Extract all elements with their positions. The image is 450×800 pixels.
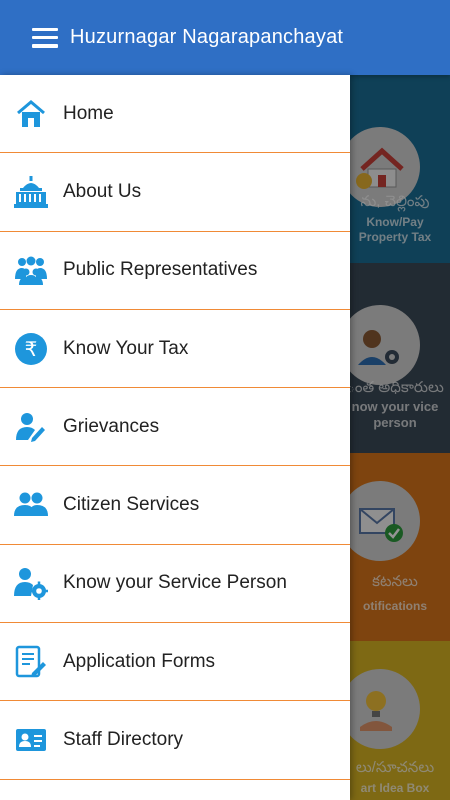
- drawer-item-staff-directory[interactable]: Staff Directory: [0, 701, 350, 780]
- user-edit-icon: [14, 410, 48, 444]
- users-icon: [14, 488, 48, 522]
- drawer-item-label: Application Forms: [63, 650, 216, 672]
- navigation-drawer: Home About Us Public Representatives ₹ K…: [0, 75, 350, 800]
- drawer-item-label: Staff Directory: [63, 729, 184, 751]
- id-card-icon: [14, 723, 48, 757]
- drawer-item-label: Know Your Tax: [63, 337, 189, 359]
- people-group-icon: [14, 253, 48, 287]
- app-bar: Huzurnagar Nagarapanchayat: [0, 0, 450, 75]
- hamburger-menu-icon[interactable]: [32, 27, 58, 48]
- drawer-item-know-your-service-person[interactable]: Know your Service Person: [0, 545, 350, 624]
- rupee-icon: ₹: [14, 332, 48, 366]
- drawer-item-label: Know your Service Person: [63, 572, 287, 594]
- drawer-item-label: Citizen Services: [63, 494, 200, 516]
- app-title: Huzurnagar Nagarapanchayat: [70, 26, 344, 48]
- drawer-item-label: Public Representatives: [63, 259, 258, 281]
- drawer-item-grievances[interactable]: Grievances: [0, 388, 350, 467]
- user-settings-icon: [14, 566, 48, 601]
- drawer-item-public-representatives[interactable]: Public Representatives: [0, 232, 350, 310]
- drawer-item-citizen-services[interactable]: Citizen Services: [0, 466, 350, 545]
- home-icon: [14, 97, 48, 131]
- drawer-item-home[interactable]: Home: [0, 75, 350, 154]
- drawer-item-about-us[interactable]: About Us: [0, 153, 350, 232]
- drawer-item-label: Home: [63, 102, 114, 124]
- government-building-icon: [14, 175, 48, 209]
- svg-text:₹: ₹: [25, 337, 38, 361]
- drawer-item-know-your-tax[interactable]: ₹ Know Your Tax: [0, 310, 350, 389]
- drawer-item-label: About Us: [63, 180, 142, 202]
- drawer-item-label: Grievances: [63, 415, 160, 437]
- drawer-item-application-forms[interactable]: Application Forms: [0, 623, 350, 702]
- form-edit-icon: [14, 645, 48, 679]
